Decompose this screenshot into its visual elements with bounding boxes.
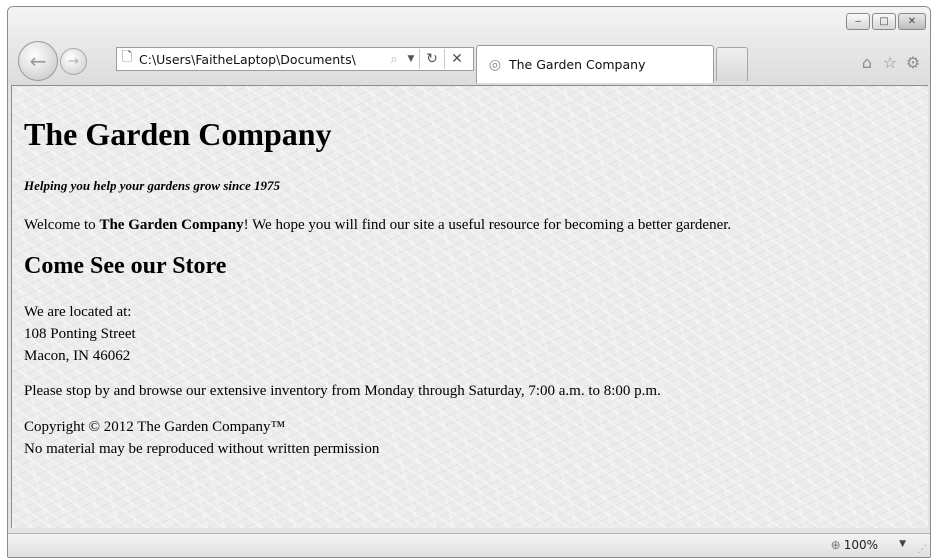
address-url[interactable]: C:\Users\FaitheLaptop\Documents\ xyxy=(137,52,385,67)
stop-icon[interactable]: ✕ xyxy=(445,51,469,67)
welcome-text: Welcome to xyxy=(24,217,100,233)
minimize-icon[interactable]: ‒ xyxy=(846,13,870,30)
gear-icon[interactable]: ⚙ xyxy=(904,53,922,72)
new-tab-button[interactable] xyxy=(716,47,748,81)
zoom-control[interactable]: ⊕ 100% xyxy=(831,538,878,552)
ie-page-icon: ◎ xyxy=(488,56,502,73)
welcome-text-end: ! We hope you will find our site a usefu… xyxy=(243,217,732,233)
tab-title: The Garden Company xyxy=(509,57,646,72)
resize-grip-icon[interactable]: ⋰ xyxy=(917,544,927,555)
address-bar[interactable]: 🗋 C:\Users\FaitheLaptop\Documents\ ⌕ ▼ ↻… xyxy=(116,47,474,71)
copyright-footer: Copyright © 2012 The Garden Company™ No … xyxy=(24,416,916,460)
dropdown-icon[interactable]: ▼ xyxy=(403,54,419,64)
company-name: The Garden Company xyxy=(99,217,244,233)
welcome-paragraph: Welcome to The Garden Company! We hope y… xyxy=(24,217,916,234)
page-icon: 🗋 xyxy=(121,50,133,65)
store-hours: Please stop by and browse our extensive … xyxy=(24,383,661,399)
back-arrow-icon[interactable]: ← xyxy=(18,41,58,81)
permission-notice: No material may be reproduced without wr… xyxy=(24,441,380,457)
home-icon[interactable]: ⌂ xyxy=(858,53,876,72)
store-heading: Come See our Store xyxy=(24,253,227,279)
zoom-level: 100% xyxy=(843,538,878,552)
star-icon[interactable]: ☆ xyxy=(881,53,899,72)
address-intro: We are located at: xyxy=(24,304,132,320)
browser-toolbar: ‒ □ ✕ ← → 🗋 C:\Users\FaitheLaptop\Docume… xyxy=(8,7,930,85)
forward-arrow-icon[interactable]: → xyxy=(60,48,87,75)
tab-the-garden-company[interactable]: ◎ The Garden Company xyxy=(476,45,714,83)
status-bar: ⊕ 100% ▼ ⋰ xyxy=(8,533,930,557)
address-street: 108 Ponting Street xyxy=(24,326,136,342)
tagline: Helping you help your gardens grow since… xyxy=(24,178,281,193)
command-icons: ⌂ ☆ ⚙ xyxy=(858,53,922,72)
window-controls: ‒ □ ✕ xyxy=(846,13,926,30)
page-title: The Garden Company xyxy=(24,116,332,152)
store-address: We are located at: 108 Ponting Street Ma… xyxy=(24,301,916,367)
zoom-dropdown-icon[interactable]: ▼ xyxy=(899,539,906,549)
browser-window: ‒ □ ✕ ← → 🗋 C:\Users\FaitheLaptop\Docume… xyxy=(7,6,931,558)
maximize-icon[interactable]: □ xyxy=(872,13,896,30)
close-icon[interactable]: ✕ xyxy=(898,13,926,30)
zoom-icon: ⊕ xyxy=(830,538,841,552)
copyright-text: Copyright © 2012 The Garden Company™ xyxy=(24,419,286,435)
refresh-icon[interactable]: ↻ xyxy=(420,51,444,67)
address-city: Macon, IN 46062 xyxy=(24,348,131,364)
search-icon[interactable]: ⌕ xyxy=(385,52,403,67)
page-content: The Garden Company Helping you help your… xyxy=(11,85,928,528)
